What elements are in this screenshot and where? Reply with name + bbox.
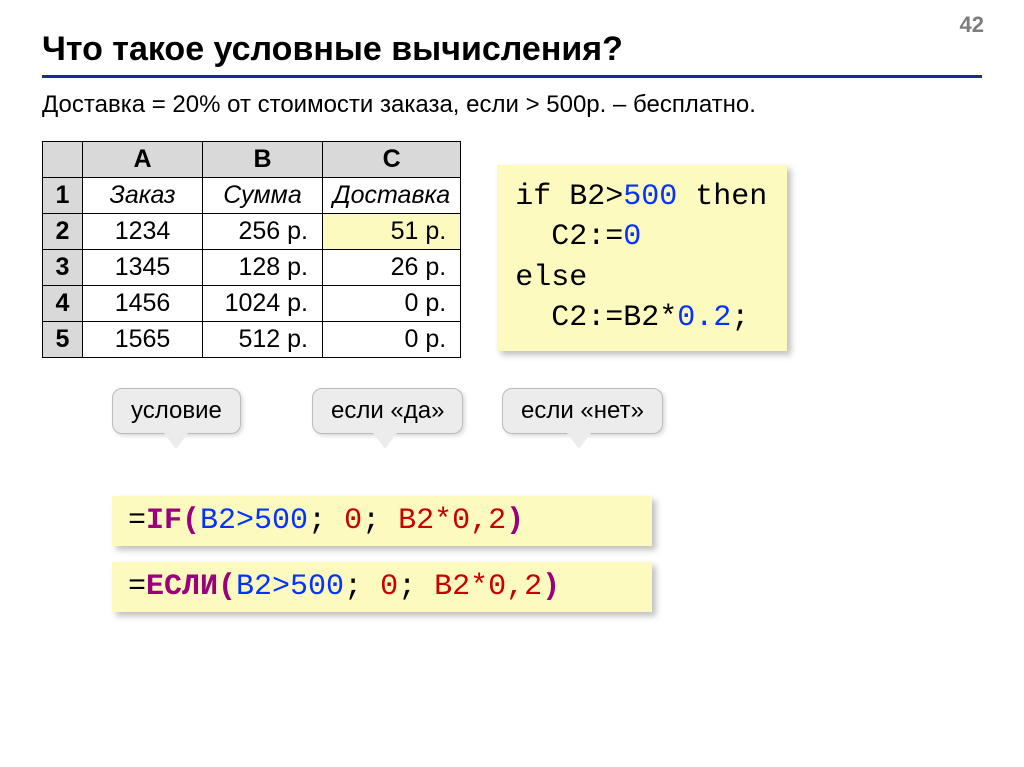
- row-header: 1: [43, 177, 83, 213]
- subtitle: Доставка = 20% от стоимости заказа, если…: [42, 88, 982, 123]
- table-row: 2 1234 256 р. 51 р.: [43, 213, 461, 249]
- formula-eq: =: [128, 504, 146, 538]
- formula-arg-false: B2*0,2: [398, 504, 506, 538]
- cell: 1234: [83, 213, 203, 249]
- table-corner-cell: [43, 141, 83, 177]
- cell: 256 р.: [203, 213, 323, 249]
- callout-if-yes: если «да»: [312, 388, 463, 434]
- cell: 1565: [83, 321, 203, 357]
- cell: 1456: [83, 285, 203, 321]
- formula-arg-condition: B2>500: [200, 504, 308, 538]
- pseudocode-block: if B2>500 then C2:=0 else C2:=B2*0.2;: [497, 165, 787, 351]
- cell: Сумма: [203, 177, 323, 213]
- formula-sep: ;: [344, 570, 380, 604]
- code-number: 500: [623, 180, 677, 214]
- page-title: Что такое условные вычисления?: [42, 30, 982, 78]
- code-text: C2:=B2*: [515, 301, 677, 335]
- callout-if-no: если «нет»: [502, 388, 663, 434]
- row-header: 2: [43, 213, 83, 249]
- code-number: 0: [623, 220, 641, 254]
- cell: 1345: [83, 249, 203, 285]
- formula-function: ЕСЛИ: [146, 570, 218, 604]
- page-number: 42: [960, 12, 984, 38]
- cell: Доставка: [323, 177, 461, 213]
- callout-condition: условие: [112, 388, 241, 434]
- table-header-row: A B C: [43, 141, 461, 177]
- formula-if-english: =IF(B2>500; 0; B2*0,2): [112, 496, 652, 546]
- cell: 512 р.: [203, 321, 323, 357]
- keyword-else: else: [515, 261, 587, 295]
- formula-sep: ;: [362, 504, 398, 538]
- table-row: 5 1565 512 р. 0 р.: [43, 321, 461, 357]
- table-row: 4 1456 1024 р. 0 р.: [43, 285, 461, 321]
- formula-sep: ;: [398, 570, 434, 604]
- formula-arg-true: 0: [380, 570, 398, 604]
- formula-paren: (: [218, 570, 236, 604]
- row-header: 5: [43, 321, 83, 357]
- row-header: 4: [43, 285, 83, 321]
- keyword-if: if: [515, 180, 551, 214]
- keyword-then: then: [677, 180, 767, 214]
- formula-paren: ): [542, 570, 560, 604]
- formula-arg-true: 0: [344, 504, 362, 538]
- table-row: 1 Заказ Сумма Доставка: [43, 177, 461, 213]
- col-header-a: A: [83, 141, 203, 177]
- col-header-c: C: [323, 141, 461, 177]
- cell: 0 р.: [323, 321, 461, 357]
- callout-group: условие если «да» если «нет»: [112, 388, 982, 488]
- cell: 128 р.: [203, 249, 323, 285]
- row-header: 3: [43, 249, 83, 285]
- code-text: B2>: [551, 180, 623, 214]
- spreadsheet-table: A B C 1 Заказ Сумма Доставка 2 1234 256 …: [42, 141, 461, 358]
- formula-arg-condition: B2>500: [236, 570, 344, 604]
- formula-sep: ;: [308, 504, 344, 538]
- table-row: 3 1345 128 р. 26 р.: [43, 249, 461, 285]
- cell: 0 р.: [323, 285, 461, 321]
- cell: 26 р.: [323, 249, 461, 285]
- code-text: ;: [731, 301, 749, 335]
- cell: Заказ: [83, 177, 203, 213]
- cell: 1024 р.: [203, 285, 323, 321]
- formula-eq: =: [128, 570, 146, 604]
- formula-if-russian: =ЕСЛИ(B2>500; 0; B2*0,2): [112, 562, 652, 612]
- formula-function: IF: [146, 504, 182, 538]
- cell-highlighted: 51 р.: [323, 213, 461, 249]
- formula-paren: (: [182, 504, 200, 538]
- formula-arg-false: B2*0,2: [434, 570, 542, 604]
- code-text: C2:=: [515, 220, 623, 254]
- col-header-b: B: [203, 141, 323, 177]
- formula-paren: ): [506, 504, 524, 538]
- code-number: 0.2: [677, 301, 731, 335]
